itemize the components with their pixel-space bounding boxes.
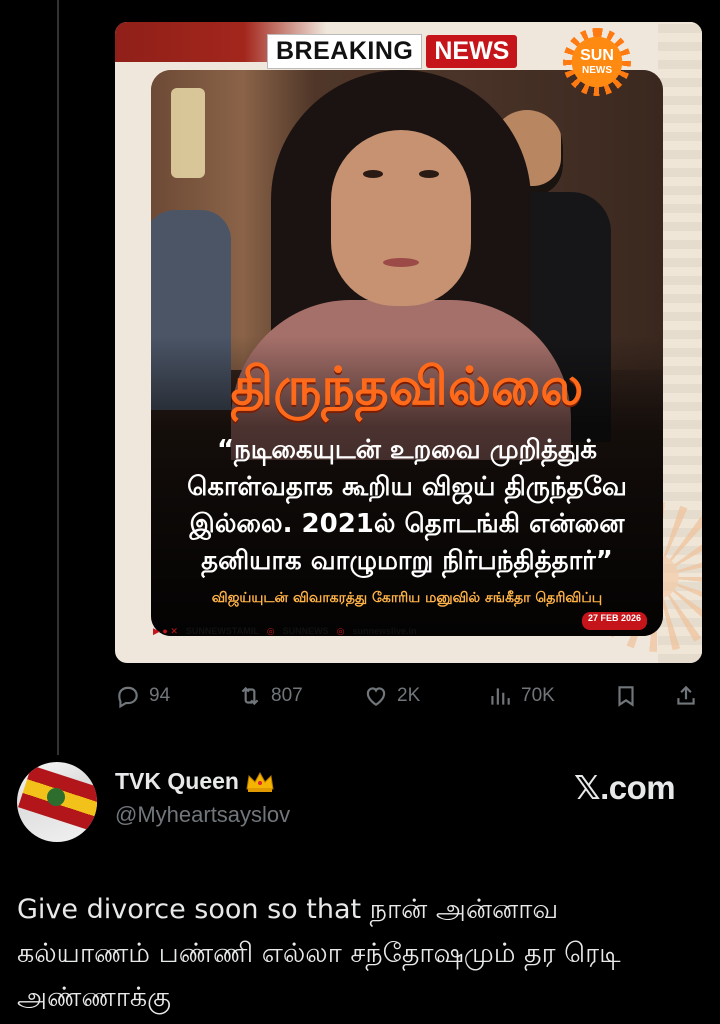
reply-count: 94 bbox=[149, 685, 171, 706]
reply-icon bbox=[118, 686, 138, 709]
news-label: NEWS bbox=[426, 34, 518, 68]
share-button[interactable] bbox=[673, 676, 699, 716]
source-handles: ▶ ● ✕ SUNNEWSTAMIL ◎ SUNNEWS ◎ sunnewsli… bbox=[153, 625, 417, 637]
breaking-news-banner: BREAKING NEWS bbox=[267, 33, 518, 69]
share-icon bbox=[677, 685, 695, 705]
bookmark-button[interactable] bbox=[613, 676, 639, 716]
like-button[interactable]: 2K bbox=[363, 676, 420, 716]
x-com-logo: 𝕏.com bbox=[574, 769, 676, 806]
views-icon bbox=[491, 688, 510, 705]
date-badge: 27 FEB 2026 bbox=[582, 612, 648, 630]
user-display-name[interactable]: TVK Queen bbox=[115, 768, 275, 795]
user-handle[interactable]: @Myheartsayslov bbox=[115, 802, 290, 828]
bookmark-icon bbox=[618, 686, 634, 707]
like-count: 2K bbox=[397, 685, 421, 706]
thread-line bbox=[57, 0, 59, 755]
repost-button[interactable]: 807 bbox=[237, 676, 303, 716]
repost-icon bbox=[241, 686, 259, 706]
source-2: SUNNEWS bbox=[282, 626, 329, 636]
sun-news-logo: SUN NEWS bbox=[563, 28, 631, 96]
breaking-label: BREAKING bbox=[267, 33, 423, 69]
news-subtext: விஜய்யுடன் விவாகரத்து கோரிய மனுவில் சங்க… bbox=[211, 590, 603, 606]
source-1: SUNNEWSTAMIL bbox=[185, 626, 259, 636]
avatar[interactable] bbox=[17, 762, 97, 842]
news-quote: “நடிகையுடன் உறவை முறித்துக் கொள்வதாக கூற… bbox=[187, 435, 627, 576]
tweet-action-bar: 94 807 2K 70K bbox=[115, 676, 702, 716]
source-3: sunnewslive.in bbox=[352, 626, 417, 636]
views-button[interactable]: 70K bbox=[487, 676, 555, 716]
wall-lamp bbox=[171, 88, 205, 178]
view-count: 70K bbox=[521, 685, 555, 706]
crown-icon bbox=[246, 771, 274, 792]
repost-count: 807 bbox=[271, 685, 303, 706]
social-icons: ▶ ● ✕ bbox=[153, 625, 178, 636]
tweet-text: Give divorce soon so that நான் அன்னாவ கல… bbox=[17, 894, 621, 1013]
tweet-media-image[interactable]: BREAKING NEWS SUN NEWS திருந்தவில்லை “நட… bbox=[115, 22, 702, 663]
reply-button[interactable]: 94 bbox=[115, 676, 170, 716]
news-headline: திருந்தவில்லை bbox=[230, 357, 584, 417]
heart-icon bbox=[366, 687, 386, 706]
